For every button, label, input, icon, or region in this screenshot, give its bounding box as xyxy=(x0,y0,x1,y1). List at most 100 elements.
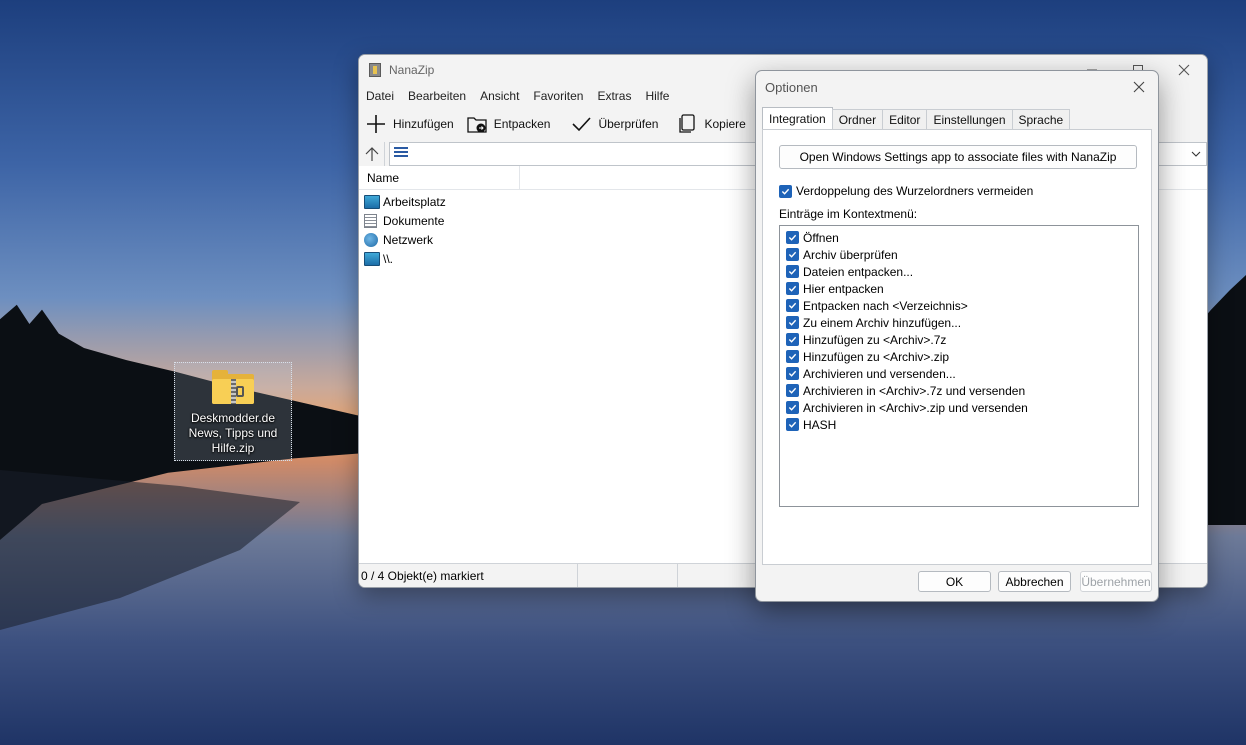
menu-edit[interactable]: Bearbeiten xyxy=(408,89,466,103)
computer-icon xyxy=(364,194,380,209)
context-item-label: Dateien entpacken... xyxy=(803,264,914,279)
context-item-archive-7z-send[interactable]: Archivieren in <Archiv>.7z und versenden xyxy=(780,382,1138,399)
check-icon xyxy=(788,353,797,360)
status-cell-extra xyxy=(678,563,758,587)
context-item-label: Archivieren in <Archiv>.zip und versende… xyxy=(803,400,1028,415)
context-menu-list[interactable]: Öffnen Archiv überprüfen Dateien entpack… xyxy=(779,225,1139,507)
context-item-archive-zip-send[interactable]: Archivieren in <Archiv>.zip und versende… xyxy=(780,399,1138,416)
context-item-label: Hinzufügen zu <Archiv>.7z xyxy=(803,332,947,347)
plus-icon xyxy=(367,115,385,133)
checkbox-checked[interactable] xyxy=(786,299,799,312)
check-icon xyxy=(788,234,797,241)
checkbox-checked[interactable] xyxy=(786,316,799,329)
menu-file[interactable]: Datei xyxy=(366,89,394,103)
context-item-label: Hier entpacken xyxy=(803,281,884,296)
context-item-add-to-zip[interactable]: Hinzufügen zu <Archiv>.zip xyxy=(780,348,1138,365)
checkbox-checked[interactable] xyxy=(786,401,799,414)
checkbox-checked[interactable] xyxy=(786,384,799,397)
tab-language[interactable]: Sprache xyxy=(1011,109,1071,129)
address-dropdown-button[interactable] xyxy=(1186,143,1206,165)
root-folder-label: Verdoppelung des Wurzelordners vermeiden xyxy=(796,184,1034,198)
check-icon xyxy=(788,336,797,343)
tab-settings[interactable]: Einstellungen xyxy=(926,109,1013,129)
close-button[interactable] xyxy=(1161,55,1207,85)
list-item-label: Netzwerk xyxy=(383,232,434,247)
tab-folders[interactable]: Ordner xyxy=(831,109,884,129)
tab-integration[interactable]: Integration xyxy=(762,107,833,129)
tab-editor[interactable]: Editor xyxy=(882,109,928,129)
list-item-label: Dokumente xyxy=(383,213,445,228)
context-item-label: Zu einem Archiv hinzufügen... xyxy=(803,315,962,330)
checkbox-checked[interactable] xyxy=(786,265,799,278)
network-icon xyxy=(364,232,378,247)
context-item-archive-send[interactable]: Archivieren und versenden... xyxy=(780,365,1138,382)
close-icon xyxy=(1178,64,1190,76)
context-item-extract-here[interactable]: Hier entpacken xyxy=(780,280,1138,297)
dialog-close-button[interactable] xyxy=(1128,77,1150,97)
menu-favorites[interactable]: Favoriten xyxy=(533,89,583,103)
arrow-up-icon xyxy=(365,146,378,161)
context-item-label: Archivieren und versenden... xyxy=(803,366,956,381)
status-selection: 0 / 4 Objekt(e) markiert xyxy=(359,563,578,587)
checkbox-checked[interactable] xyxy=(786,248,799,261)
computer-icon xyxy=(364,251,380,266)
checkbox-checked[interactable] xyxy=(786,350,799,363)
context-item-label: Archivieren in <Archiv>.7z und versenden xyxy=(803,383,1026,398)
close-icon xyxy=(1133,81,1145,93)
check-icon xyxy=(781,188,790,195)
context-item-open[interactable]: Öffnen xyxy=(780,229,1138,246)
check-icon xyxy=(788,268,797,275)
checkbox-checked[interactable] xyxy=(786,231,799,244)
computer-list-icon xyxy=(394,146,408,159)
context-item-label: Hinzufügen zu <Archiv>.zip xyxy=(803,349,950,364)
ok-button[interactable]: OK xyxy=(918,571,991,592)
context-item-add-to-archive[interactable]: Zu einem Archiv hinzufügen... xyxy=(780,314,1138,331)
checkbox-checked[interactable] xyxy=(786,418,799,431)
documents-icon xyxy=(364,213,377,228)
test-button-label: Überprüfen xyxy=(598,117,659,131)
check-icon xyxy=(788,285,797,292)
options-tabs: Integration Ordner Editor Einstellungen … xyxy=(762,107,1071,130)
zip-folder-icon xyxy=(212,370,254,404)
copy-button[interactable]: Kopiere xyxy=(674,109,755,139)
menu-help[interactable]: Hilfe xyxy=(645,89,669,103)
desktop-icon-label: Deskmodder.de News, Tipps und Hilfe.zip xyxy=(188,411,278,455)
apply-button[interactable]: Übernehmen xyxy=(1080,571,1152,592)
context-item-hash[interactable]: HASH xyxy=(780,416,1138,433)
status-cell-size xyxy=(578,563,678,587)
extract-button[interactable]: Entpacken xyxy=(464,109,561,139)
checkbox-checked[interactable] xyxy=(786,367,799,380)
checkbox-checked[interactable] xyxy=(786,333,799,346)
checkbox-checked[interactable] xyxy=(786,282,799,295)
column-header-name[interactable]: Name xyxy=(359,165,520,190)
add-button[interactable]: Hinzufügen xyxy=(363,109,464,139)
up-folder-button[interactable] xyxy=(359,141,385,166)
extract-button-label: Entpacken xyxy=(493,117,551,131)
check-icon xyxy=(788,421,797,428)
test-button[interactable]: Überprüfen xyxy=(568,109,668,139)
integration-panel: Open Windows Settings app to associate f… xyxy=(762,129,1152,565)
options-titlebar[interactable]: Optionen xyxy=(756,71,1158,103)
context-item-test[interactable]: Archiv überprüfen xyxy=(780,246,1138,263)
menu-tools[interactable]: Extras xyxy=(597,89,631,103)
context-item-extract-files[interactable]: Dateien entpacken... xyxy=(780,263,1138,280)
check-icon xyxy=(788,387,797,394)
check-icon xyxy=(788,251,797,258)
associate-files-button[interactable]: Open Windows Settings app to associate f… xyxy=(779,145,1137,169)
context-menu-label: Einträge im Kontextmenü: xyxy=(779,207,918,221)
dialog-button-row: OK Abbrechen Übernehmen xyxy=(756,571,1160,593)
list-item-label: Arbeitsplatz xyxy=(383,194,446,209)
list-item-label: \\. xyxy=(383,251,394,266)
root-folder-option[interactable]: Verdoppelung des Wurzelordners vermeiden xyxy=(779,184,1033,198)
desktop-wallpaper-reflection xyxy=(0,470,300,630)
context-item-label: HASH xyxy=(803,417,837,432)
checkmark-icon xyxy=(572,117,592,132)
checkbox-checked[interactable] xyxy=(779,184,792,198)
check-icon xyxy=(788,302,797,309)
desktop-icon-zip-file[interactable]: Deskmodder.de News, Tipps und Hilfe.zip xyxy=(174,362,292,461)
extract-folder-icon xyxy=(467,117,487,133)
cancel-button[interactable]: Abbrechen xyxy=(998,571,1071,592)
menu-view[interactable]: Ansicht xyxy=(480,89,519,103)
context-item-add-to-7z[interactable]: Hinzufügen zu <Archiv>.7z xyxy=(780,331,1138,348)
context-item-extract-to[interactable]: Entpacken nach <Verzeichnis> xyxy=(780,297,1138,314)
